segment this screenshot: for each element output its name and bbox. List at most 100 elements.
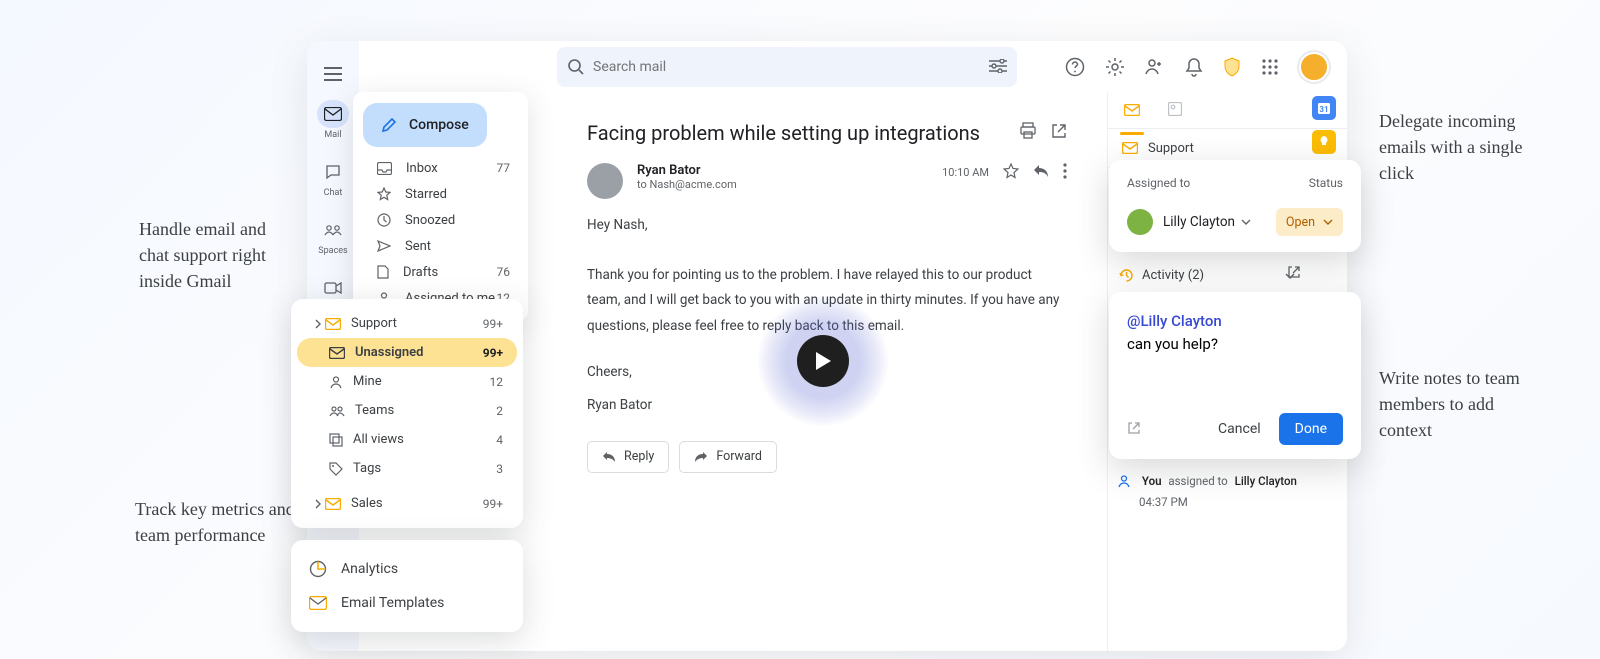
inbox-icon <box>377 162 392 175</box>
activity-name: Lilly Clayton <box>1235 474 1297 488</box>
tags-count: 3 <box>496 462 503 476</box>
bell-icon[interactable] <box>1185 57 1203 77</box>
sidebar-sent[interactable]: Sent <box>357 233 524 259</box>
inbox-label: Inbox <box>406 161 497 176</box>
reply-icon[interactable] <box>1033 164 1049 181</box>
views-icon <box>329 433 343 447</box>
analytics-label: Analytics <box>341 561 398 577</box>
rail-mail[interactable]: Mail <box>307 95 359 145</box>
rail-spaces-label: Spaces <box>318 246 347 256</box>
chevron-right-icon <box>314 319 322 329</box>
keep-addon[interactable] <box>1312 130 1336 154</box>
activity-label: Activity (2) <box>1142 268 1285 283</box>
sales-label: Sales <box>351 496 483 511</box>
video-icon <box>324 282 342 294</box>
sidebar-starred[interactable]: Starred <box>357 181 524 207</box>
print-icon[interactable] <box>1019 122 1037 144</box>
rail-spaces[interactable]: Spaces <box>307 211 359 261</box>
user-avatar[interactable] <box>1299 52 1329 82</box>
mail-open-icon <box>329 347 345 359</box>
templates-icon <box>309 596 327 610</box>
mail-icon <box>1122 142 1138 154</box>
chevron-down-icon <box>1241 219 1251 225</box>
topbar-icons <box>1065 52 1329 82</box>
annotation-left-top: Handle email and chat support right insi… <box>139 216 299 294</box>
mail-icon <box>325 318 341 330</box>
star-icon[interactable] <box>1003 163 1019 182</box>
sidebar-drafts[interactable]: Drafts 76 <box>357 259 524 285</box>
reply-button[interactable]: Reply <box>587 441 669 473</box>
search-input[interactable] <box>593 59 989 75</box>
rail-mail-label: Mail <box>324 130 341 140</box>
group-allviews[interactable]: All views 4 <box>297 425 517 454</box>
popout-icon <box>1127 421 1141 435</box>
menu-icon <box>324 67 342 81</box>
sidebar-snoozed[interactable]: Snoozed <box>357 207 524 233</box>
hamburger-menu[interactable] <box>318 61 348 87</box>
mail-greeting: Hey Nash, <box>587 213 1067 239</box>
help-icon[interactable] <box>1065 57 1085 77</box>
settings-icon[interactable] <box>1105 57 1125 77</box>
group-mine[interactable]: Mine 12 <box>297 367 517 396</box>
group-tags[interactable]: Tags 3 <box>297 454 517 483</box>
clock-icon <box>377 213 391 227</box>
sales-count: 99+ <box>483 497 503 511</box>
forward-label: Forward <box>716 449 762 464</box>
play-icon <box>814 351 832 371</box>
mail-icon <box>1124 104 1140 116</box>
annotation-left-bottom: Track key metrics and team performance <box>135 496 295 548</box>
tab-contact[interactable] <box>1164 95 1186 126</box>
chart-icon <box>309 560 327 578</box>
sidebar-inbox[interactable]: Inbox 77 <box>357 155 524 181</box>
cancel-button[interactable]: Cancel <box>1206 415 1273 443</box>
mail-subject: Facing problem while setting up integrat… <box>587 121 1005 145</box>
calendar-addon[interactable]: 31 <box>1312 96 1336 120</box>
tab-mail[interactable] <box>1120 95 1144 126</box>
shield-icon[interactable] <box>1223 57 1241 77</box>
status-label: Open <box>1286 215 1315 230</box>
annotation-right-top: Delegate incoming emails with a single c… <box>1379 108 1549 186</box>
starred-label: Starred <box>405 187 510 202</box>
rail-chat[interactable]: Chat <box>307 153 359 203</box>
teams-count: 2 <box>496 404 503 418</box>
support-label: Support <box>351 316 483 331</box>
play-overlay[interactable] <box>758 296 888 426</box>
sender-to: to Nash@acme.com <box>637 178 737 191</box>
bulb-icon <box>1318 135 1330 149</box>
group-unassigned[interactable]: Unassigned 99+ <box>297 338 517 367</box>
support-label: Support <box>1148 141 1330 156</box>
activity-section[interactable]: Activity (2) <box>1107 262 1307 289</box>
forward-arrow-icon <box>694 451 708 463</box>
group-icon <box>324 224 342 236</box>
done-button[interactable]: Done <box>1279 413 1343 445</box>
note-popout[interactable] <box>1127 420 1141 439</box>
note-text[interactable]: @Lilly Clayton can you help? <box>1127 310 1343 355</box>
addons-rail: 31 <box>1312 96 1344 154</box>
tool-analytics[interactable]: Analytics <box>299 552 515 586</box>
forward-button[interactable]: Forward <box>679 441 777 473</box>
status-dropdown[interactable]: Open <box>1276 208 1343 236</box>
search-tune[interactable] <box>989 58 1007 77</box>
people-icon[interactable] <box>1145 58 1165 76</box>
card-icon <box>1168 102 1182 116</box>
more-icon[interactable] <box>1063 163 1067 182</box>
mail-time: 10:10 AM <box>942 166 989 179</box>
compose-label: Compose <box>409 117 469 133</box>
activity-item: You assigned to Lilly Clayton 04:37 PM <box>1117 474 1317 509</box>
apps-icon[interactable] <box>1261 58 1279 76</box>
calendar-icon: 31 <box>1317 101 1331 115</box>
popout-icon <box>1287 265 1301 279</box>
sender-avatar[interactable] <box>587 163 623 199</box>
search-bar[interactable] <box>557 47 1017 87</box>
tool-templates[interactable]: Email Templates <box>299 586 515 620</box>
group-teams[interactable]: Teams 2 <box>297 396 517 425</box>
group-sales[interactable]: Sales 99+ <box>297 489 517 518</box>
group-support[interactable]: Support 99+ <box>297 309 517 338</box>
person-icon <box>329 375 343 389</box>
snoozed-label: Snoozed <box>405 213 510 228</box>
compose-button[interactable]: Compose <box>363 103 487 147</box>
activity-popout[interactable] <box>1287 264 1301 283</box>
popout-icon[interactable] <box>1051 123 1067 143</box>
activity-action: assigned to <box>1168 474 1227 488</box>
assignee-dropdown[interactable]: Lilly Clayton <box>1127 209 1276 235</box>
